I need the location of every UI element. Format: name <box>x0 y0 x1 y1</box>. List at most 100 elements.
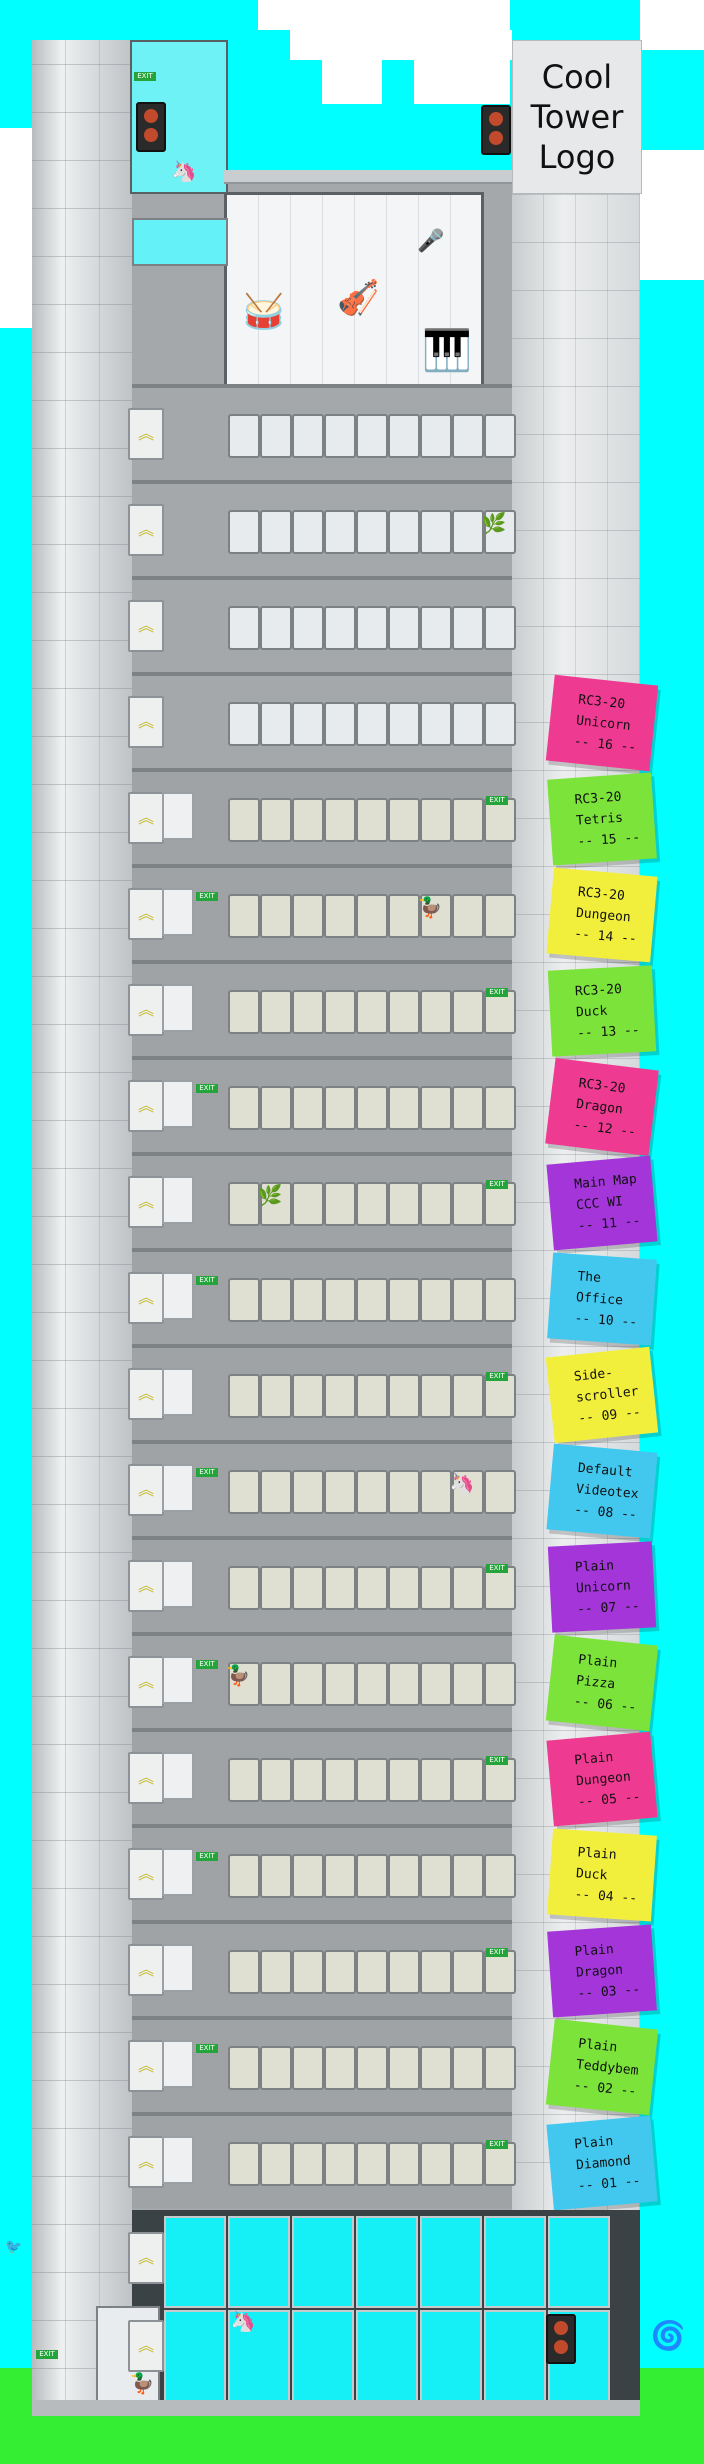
stairwell-door[interactable] <box>162 792 194 840</box>
bush-icon[interactable]: 🌿 <box>480 512 508 534</box>
office-window <box>452 1182 484 1226</box>
cloud <box>640 150 704 280</box>
office-window <box>388 1950 420 1994</box>
office-window <box>420 798 452 842</box>
office-window <box>228 510 260 554</box>
microphone-stand-icon[interactable]: 🎤 <box>417 227 444 287</box>
elevator-door[interactable]: ︽ <box>128 1752 164 1804</box>
elevator-door[interactable]: ︽ <box>128 1464 164 1516</box>
floor-sign[interactable]: Plain Diamond -- 01 -- <box>546 2115 658 2211</box>
stairwell-door[interactable] <box>162 1752 194 1800</box>
grand-piano-icon[interactable]: 🎹 <box>417 323 477 379</box>
office-window <box>356 2046 388 2090</box>
office-window <box>292 1854 324 1898</box>
duck-icon[interactable]: 🦆 <box>224 1664 252 1686</box>
speaker-icon <box>546 2314 576 2364</box>
bush-icon[interactable]: 🌿 <box>256 1184 284 1206</box>
elevator-door[interactable]: ︽ <box>128 984 164 1036</box>
office-window <box>356 1566 388 1610</box>
office-window <box>228 1278 260 1322</box>
drum-kit-icon[interactable]: 🥁 <box>237 287 291 337</box>
elevator-door[interactable]: ︽ <box>128 2232 164 2284</box>
floor-sign[interactable]: Plain Pizza -- 06 -- <box>545 1634 659 1732</box>
office-window <box>356 2142 388 2186</box>
elevator-door[interactable]: ︽ <box>128 696 164 748</box>
floor-sign[interactable]: Plain Dungeon -- 05 -- <box>546 1731 658 1827</box>
stairwell-door[interactable] <box>162 1560 194 1608</box>
elevator-door[interactable]: ︽ <box>128 504 164 556</box>
portal-icon[interactable]: 🌀 <box>648 2316 688 2356</box>
speaker-icon <box>481 105 511 155</box>
floor-sign[interactable]: RC3-20 Dragon -- 12 -- <box>545 1057 659 1157</box>
floor <box>132 672 516 768</box>
lobby-window <box>164 2310 226 2402</box>
stairwell-door[interactable] <box>162 1464 194 1512</box>
office-window <box>452 798 484 842</box>
elevator-door[interactable]: ︽ <box>128 1176 164 1228</box>
stairwell-door[interactable] <box>162 984 194 1032</box>
duck-icon[interactable]: 🦆 <box>128 2372 156 2394</box>
unicorn-icon[interactable]: 🦄 <box>170 160 198 182</box>
office-window <box>260 1086 292 1130</box>
office-window <box>228 990 260 1034</box>
stairwell-door[interactable] <box>162 1848 194 1896</box>
stairwell-door[interactable] <box>162 1080 194 1128</box>
office-window <box>388 990 420 1034</box>
cloud <box>0 128 32 328</box>
floor-sign[interactable]: Plain Unicorn -- 07 -- <box>547 1541 657 1633</box>
office-window <box>324 1662 356 1706</box>
office-window <box>356 1374 388 1418</box>
floor-sign[interactable]: Default Videotex -- 08 -- <box>546 1443 658 1539</box>
floor-sign[interactable]: Main Map CCC WI -- 11 -- <box>546 1155 658 1251</box>
exit-sign: EXIT <box>486 1180 508 1189</box>
office-window <box>356 1854 388 1898</box>
stairwell-door[interactable] <box>162 1944 194 1992</box>
floor-sign[interactable]: RC3-20 Tetris -- 15 -- <box>547 772 657 866</box>
floor-sign[interactable]: Plain Dragon -- 03 -- <box>547 1924 657 2018</box>
office-window <box>260 1374 292 1418</box>
exit-sign: EXIT <box>486 1948 508 1957</box>
floor-sign[interactable]: Plain Duck -- 04 -- <box>547 1828 657 1922</box>
floor-sign[interactable]: RC3-20 Duck -- 13 -- <box>547 965 657 1057</box>
elevator-door[interactable]: ︽ <box>128 2040 164 2092</box>
elevator-door[interactable]: ︽ <box>128 1080 164 1132</box>
office-window <box>356 1662 388 1706</box>
elevator-door[interactable]: ︽ <box>128 888 164 940</box>
floor-sign[interactable]: The Office -- 10 -- <box>547 1252 657 1346</box>
stairwell-door[interactable] <box>162 1176 194 1224</box>
elevator-shaft-top <box>132 218 228 266</box>
stairwell-door[interactable] <box>162 2136 194 2184</box>
unicorn-icon[interactable]: 🦄 <box>448 1472 476 1494</box>
floor-sign[interactable]: RC3-20 Dungeon -- 14 -- <box>546 867 658 963</box>
office-window <box>388 702 420 746</box>
elevator-door[interactable]: ︽ <box>128 792 164 844</box>
office-window <box>388 1374 420 1418</box>
stairwell-door[interactable] <box>162 1656 194 1704</box>
floor-sign[interactable]: Plain Teddybem -- 02 -- <box>545 2018 659 2116</box>
floor-sign[interactable]: Side- scroller -- 09 -- <box>545 1346 659 1444</box>
elevator-door[interactable]: ︽ <box>128 408 164 460</box>
elevator-door[interactable]: ︽ <box>128 2320 164 2372</box>
office-window <box>452 1950 484 1994</box>
double-bass-icon[interactable]: 🎻 <box>337 263 379 333</box>
elevator-door[interactable]: ︽ <box>128 1368 164 1420</box>
office-window <box>324 1278 356 1322</box>
elevator-door[interactable]: ︽ <box>128 600 164 652</box>
stairwell-door[interactable] <box>162 1272 194 1320</box>
stairwell-door[interactable] <box>162 2040 194 2088</box>
elevator-door[interactable]: ︽ <box>128 1944 164 1996</box>
office-window <box>388 1758 420 1802</box>
elevator-door[interactable]: ︽ <box>128 1656 164 1708</box>
exit-sign: EXIT <box>196 1276 218 1285</box>
stairwell-door[interactable] <box>162 1368 194 1416</box>
elevator-door[interactable]: ︽ <box>128 1272 164 1324</box>
stairwell-door[interactable] <box>162 888 194 936</box>
floor-sign[interactable]: RC3-20 Unicorn -- 16 -- <box>545 674 659 772</box>
office-window <box>324 1470 356 1514</box>
unicorn-icon[interactable]: 🦄 <box>228 2310 258 2332</box>
office-window <box>324 702 356 746</box>
elevator-door[interactable]: ︽ <box>128 1560 164 1612</box>
elevator-door[interactable]: ︽ <box>128 2136 164 2188</box>
duck-icon[interactable]: 🦆 <box>416 896 444 918</box>
elevator-door[interactable]: ︽ <box>128 1848 164 1900</box>
